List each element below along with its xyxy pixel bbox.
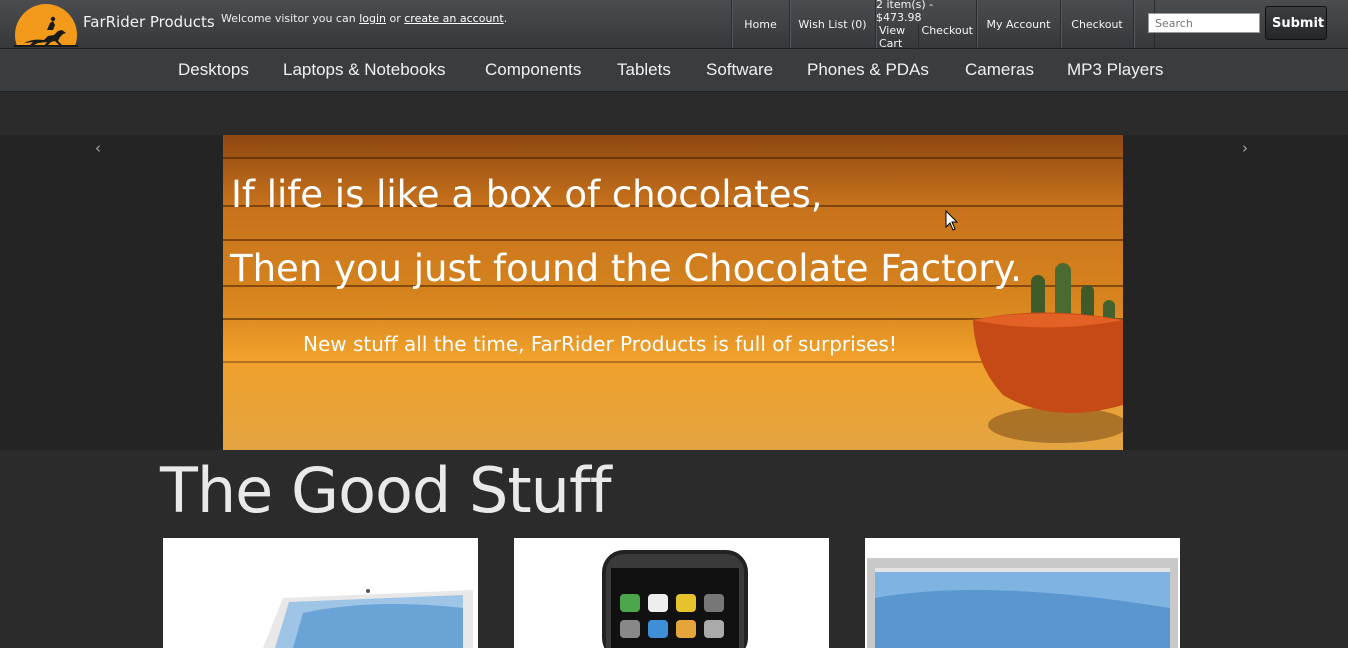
product-card-monitor[interactable] (865, 538, 1180, 648)
product-card-laptop[interactable] (163, 538, 478, 648)
create-account-link[interactable]: create an account (404, 12, 503, 25)
cart-total[interactable]: 2 item(s) - $473.98 (876, 0, 976, 24)
checkout-link[interactable]: Checkout (1060, 0, 1133, 48)
category-phones-pdas[interactable]: Phones & PDAs (807, 60, 929, 80)
banner-tagline: New stuff all the time, FarRider Product… (303, 332, 897, 356)
category-tablets[interactable]: Tablets (617, 60, 671, 80)
my-account-link[interactable]: My Account (976, 0, 1060, 48)
category-software[interactable]: Software (706, 60, 773, 80)
banner-headline-2: Then you just found the Chocolate Factor… (230, 247, 1022, 290)
top-bar: FarRider Products Welcome visitor you ca… (0, 0, 1348, 50)
laptop-image (163, 538, 478, 648)
category-menu: Desktops Laptops & Notebooks Components … (0, 49, 1348, 92)
brand-name[interactable]: FarRider Products (83, 13, 215, 31)
search-input[interactable] (1148, 13, 1260, 33)
or-text: or (386, 12, 405, 25)
welcome-text: Welcome visitor you can (221, 12, 360, 25)
logo[interactable] (14, 3, 78, 47)
home-link[interactable]: Home (731, 0, 789, 48)
phone-image (514, 538, 829, 648)
cart-summary: 2 item(s) - $473.98 View Cart Checkout (875, 0, 976, 50)
login-link[interactable]: login (359, 12, 386, 25)
product-card-phone[interactable] (514, 538, 829, 648)
banner-image[interactable]: If life is like a box of chocolates, The… (223, 135, 1123, 450)
wish-list-link[interactable]: Wish List (0) (789, 0, 875, 48)
category-laptops-notebooks[interactable]: Laptops & Notebooks (283, 60, 446, 80)
banner-headline-1: If life is like a box of chocolates, (231, 173, 823, 216)
welcome-message: Welcome visitor you can login or create … (221, 12, 507, 25)
slider-prev-arrow[interactable]: ‹ (95, 139, 101, 157)
category-components[interactable]: Components (485, 60, 581, 80)
section-heading: The Good Stuff (160, 454, 612, 527)
banner-slider: ‹ › If life is like a box of chocolates,… (0, 135, 1348, 450)
period-text: . (503, 12, 508, 25)
category-mp3-players[interactable]: MP3 Players (1067, 60, 1163, 80)
category-cameras[interactable]: Cameras (965, 60, 1034, 80)
cart-checkout-link[interactable]: Checkout (917, 24, 976, 50)
slider-next-arrow[interactable]: › (1242, 139, 1248, 157)
category-desktops[interactable]: Desktops (178, 60, 249, 80)
mouse-cursor-icon (945, 210, 959, 231)
top-nav: Home Wish List (0) 2 item(s) - $473.98 V… (731, 0, 1155, 50)
submit-button[interactable]: Submit (1265, 6, 1327, 40)
view-cart-link[interactable]: View Cart (876, 24, 918, 50)
monitor-image (865, 538, 1180, 648)
